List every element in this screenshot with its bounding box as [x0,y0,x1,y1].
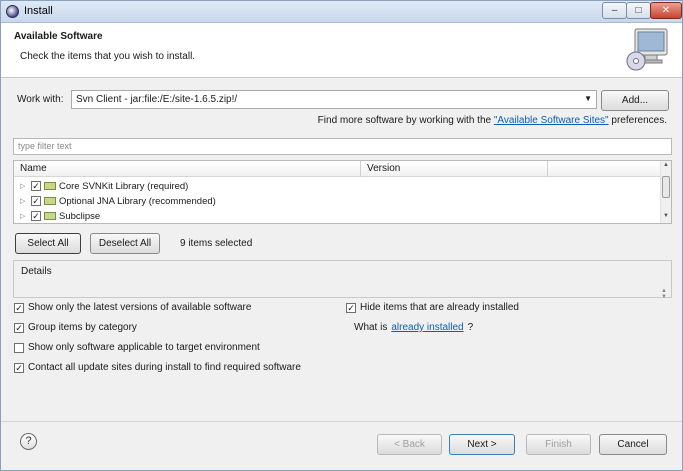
row-checkbox[interactable]: ✓ [31,196,41,206]
add-site-button[interactable]: Add... [601,90,669,111]
find-more-text: Find more software by working with the "… [318,115,667,126]
option-label: Group items by category [28,322,137,333]
option-label: Show only software applicable to target … [28,342,260,353]
chevron-down-icon[interactable]: ▼ [584,94,592,103]
package-icon [44,197,56,205]
cancel-button[interactable]: Cancel [599,434,667,455]
available-software-sites-link[interactable]: "Available Software Sites" [494,115,609,126]
work-with-combo[interactable]: Svn Client - jar:file:/E:/site-1.6.5.zip… [71,90,597,109]
column-header-version[interactable]: Version [367,163,400,174]
option-label: Show only the latest versions of availab… [28,302,252,313]
column-header-name[interactable]: Name [20,163,47,174]
tree-row[interactable]: ▷ ✓ Optional JNA Library (recommended) [20,194,216,208]
row-label: Subclipse [59,210,101,222]
expand-arrow-icon[interactable]: ▷ [20,197,28,205]
row-checkbox[interactable]: ✓ [31,211,41,221]
find-more-prefix: Find more software by working with the [317,115,494,126]
what-is-suffix: ? [467,322,474,333]
help-icon[interactable]: ? [20,433,37,450]
column-divider[interactable] [360,161,361,177]
already-installed-link[interactable]: already installed [391,322,463,333]
close-button[interactable]: ✕ [650,2,682,19]
find-more-suffix: preferences. [608,115,667,126]
what-is-installed-text: What is already installed? [354,322,473,333]
details-scroll-icon[interactable]: ▲ ▼ [661,288,667,300]
tree-scrollbar[interactable]: ▲ ▼ [660,161,671,223]
eclipse-icon [6,5,19,18]
checkbox[interactable]: ✓ [14,362,24,373]
option-latest-versions[interactable]: ✓ Show only the latest versions of avail… [14,302,251,313]
scroll-up-icon[interactable]: ▲ [663,162,669,168]
details-panel: Details ▲ ▼ [13,260,672,300]
software-tree: Name Version ▷ ✓ Core SVNKit Library (re… [13,160,672,224]
row-label: Optional JNA Library (recommended) [59,195,216,207]
deselect-all-button[interactable]: Deselect All [90,233,160,254]
title-bar: Install – □ ✕ [1,1,682,23]
expand-arrow-icon[interactable]: ▷ [20,212,28,220]
row-label: Core SVNKit Library (required) [59,180,189,192]
checkbox[interactable] [14,342,24,353]
expand-arrow-icon[interactable]: ▷ [20,182,28,190]
option-group-by-category[interactable]: ✓ Group items by category [14,322,137,333]
minimize-button[interactable]: – [602,2,627,19]
window-title: Install [24,5,53,17]
checkbox[interactable]: ✓ [14,322,24,333]
scroll-thumb[interactable] [662,176,670,198]
tree-header: Name Version [14,161,660,177]
next-button[interactable]: Next > [449,434,515,455]
option-label: Hide items that are already installed [360,302,519,313]
option-hide-installed[interactable]: ✓ Hide items that are already installed [346,302,519,313]
select-all-button[interactable]: Select All [15,233,81,254]
option-contact-sites[interactable]: ✓ Contact all update sites during instal… [14,362,301,373]
option-label: Contact all update sites during install … [28,362,301,373]
page-title: Available Software [14,31,103,42]
package-icon [44,182,56,190]
details-label: Details [21,266,52,277]
items-selected-count: 9 items selected [180,238,253,249]
work-with-label: Work with: [17,94,64,105]
work-with-value: Svn Client - jar:file:/E:/site-1.6.5.zip… [76,94,238,105]
computer-install-icon [626,28,668,71]
package-icon [44,212,56,220]
finish-button[interactable]: Finish [526,434,591,455]
footer-divider [1,421,682,422]
page-description: Check the items that you wish to install… [20,51,196,62]
install-dialog: Install – □ ✕ Available Software Check t… [0,0,683,471]
header-banner: Available Software Check the items that … [1,23,682,78]
back-button[interactable]: < Back [377,434,442,455]
filter-input[interactable]: type filter text [13,138,672,155]
tree-row[interactable]: ▷ ✓ Subclipse [20,209,100,223]
what-is-prefix: What is [354,322,388,333]
checkbox[interactable]: ✓ [14,302,24,313]
row-checkbox[interactable]: ✓ [31,181,41,191]
maximize-button[interactable]: □ [626,2,651,19]
scroll-down-icon[interactable]: ▼ [663,213,669,219]
checkbox[interactable]: ✓ [346,302,356,313]
option-applicable-only[interactable]: Show only software applicable to target … [14,342,260,353]
tree-row[interactable]: ▷ ✓ Core SVNKit Library (required) [20,179,188,193]
column-divider[interactable] [547,161,548,177]
